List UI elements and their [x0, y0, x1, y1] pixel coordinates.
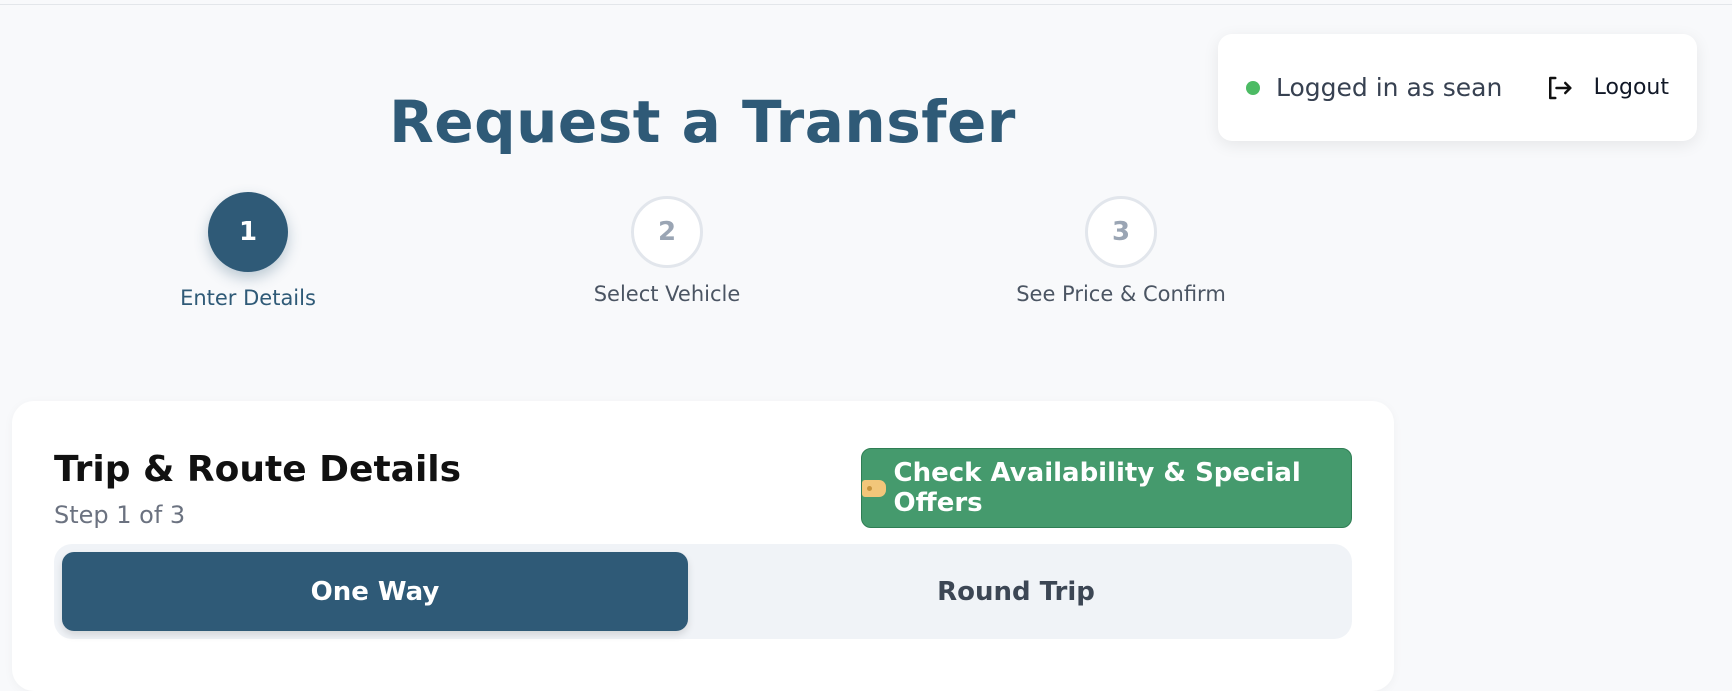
check-availability-button[interactable]: Check Availability & Special Offers — [861, 448, 1352, 528]
page-title: Request a Transfer — [389, 88, 1016, 156]
card-subtitle: Step 1 of 3 — [54, 501, 186, 529]
round-trip-option[interactable]: Round Trip — [688, 552, 1344, 631]
step-number-3: 3 — [1085, 196, 1157, 268]
step-enter-details: 1 Enter Details — [108, 192, 388, 310]
logout-button[interactable]: Logout — [1544, 73, 1669, 103]
step-number-2: 2 — [631, 196, 703, 268]
trip-type-toggle: One Way Round Trip — [54, 544, 1352, 639]
tag-icon — [862, 479, 886, 497]
step-select-vehicle: 2 Select Vehicle — [527, 196, 807, 306]
step-price-confirm: 3 See Price & Confirm — [981, 196, 1261, 306]
check-availability-label: Check Availability & Special Offers — [893, 458, 1301, 518]
trip-details-card: Trip & Route Details Step 1 of 3 Check A… — [12, 401, 1394, 691]
card-title: Trip & Route Details — [54, 449, 462, 490]
one-way-option[interactable]: One Way — [62, 552, 688, 631]
step-number-1: 1 — [208, 192, 288, 272]
logout-icon — [1548, 76, 1572, 99]
step-label-enter-details: Enter Details — [180, 286, 316, 310]
top-divider — [0, 0, 1732, 5]
step-label-select-vehicle: Select Vehicle — [593, 282, 741, 306]
step-label-price-confirm: See Price & Confirm — [1016, 282, 1226, 306]
logout-label: Logout — [1593, 75, 1669, 100]
